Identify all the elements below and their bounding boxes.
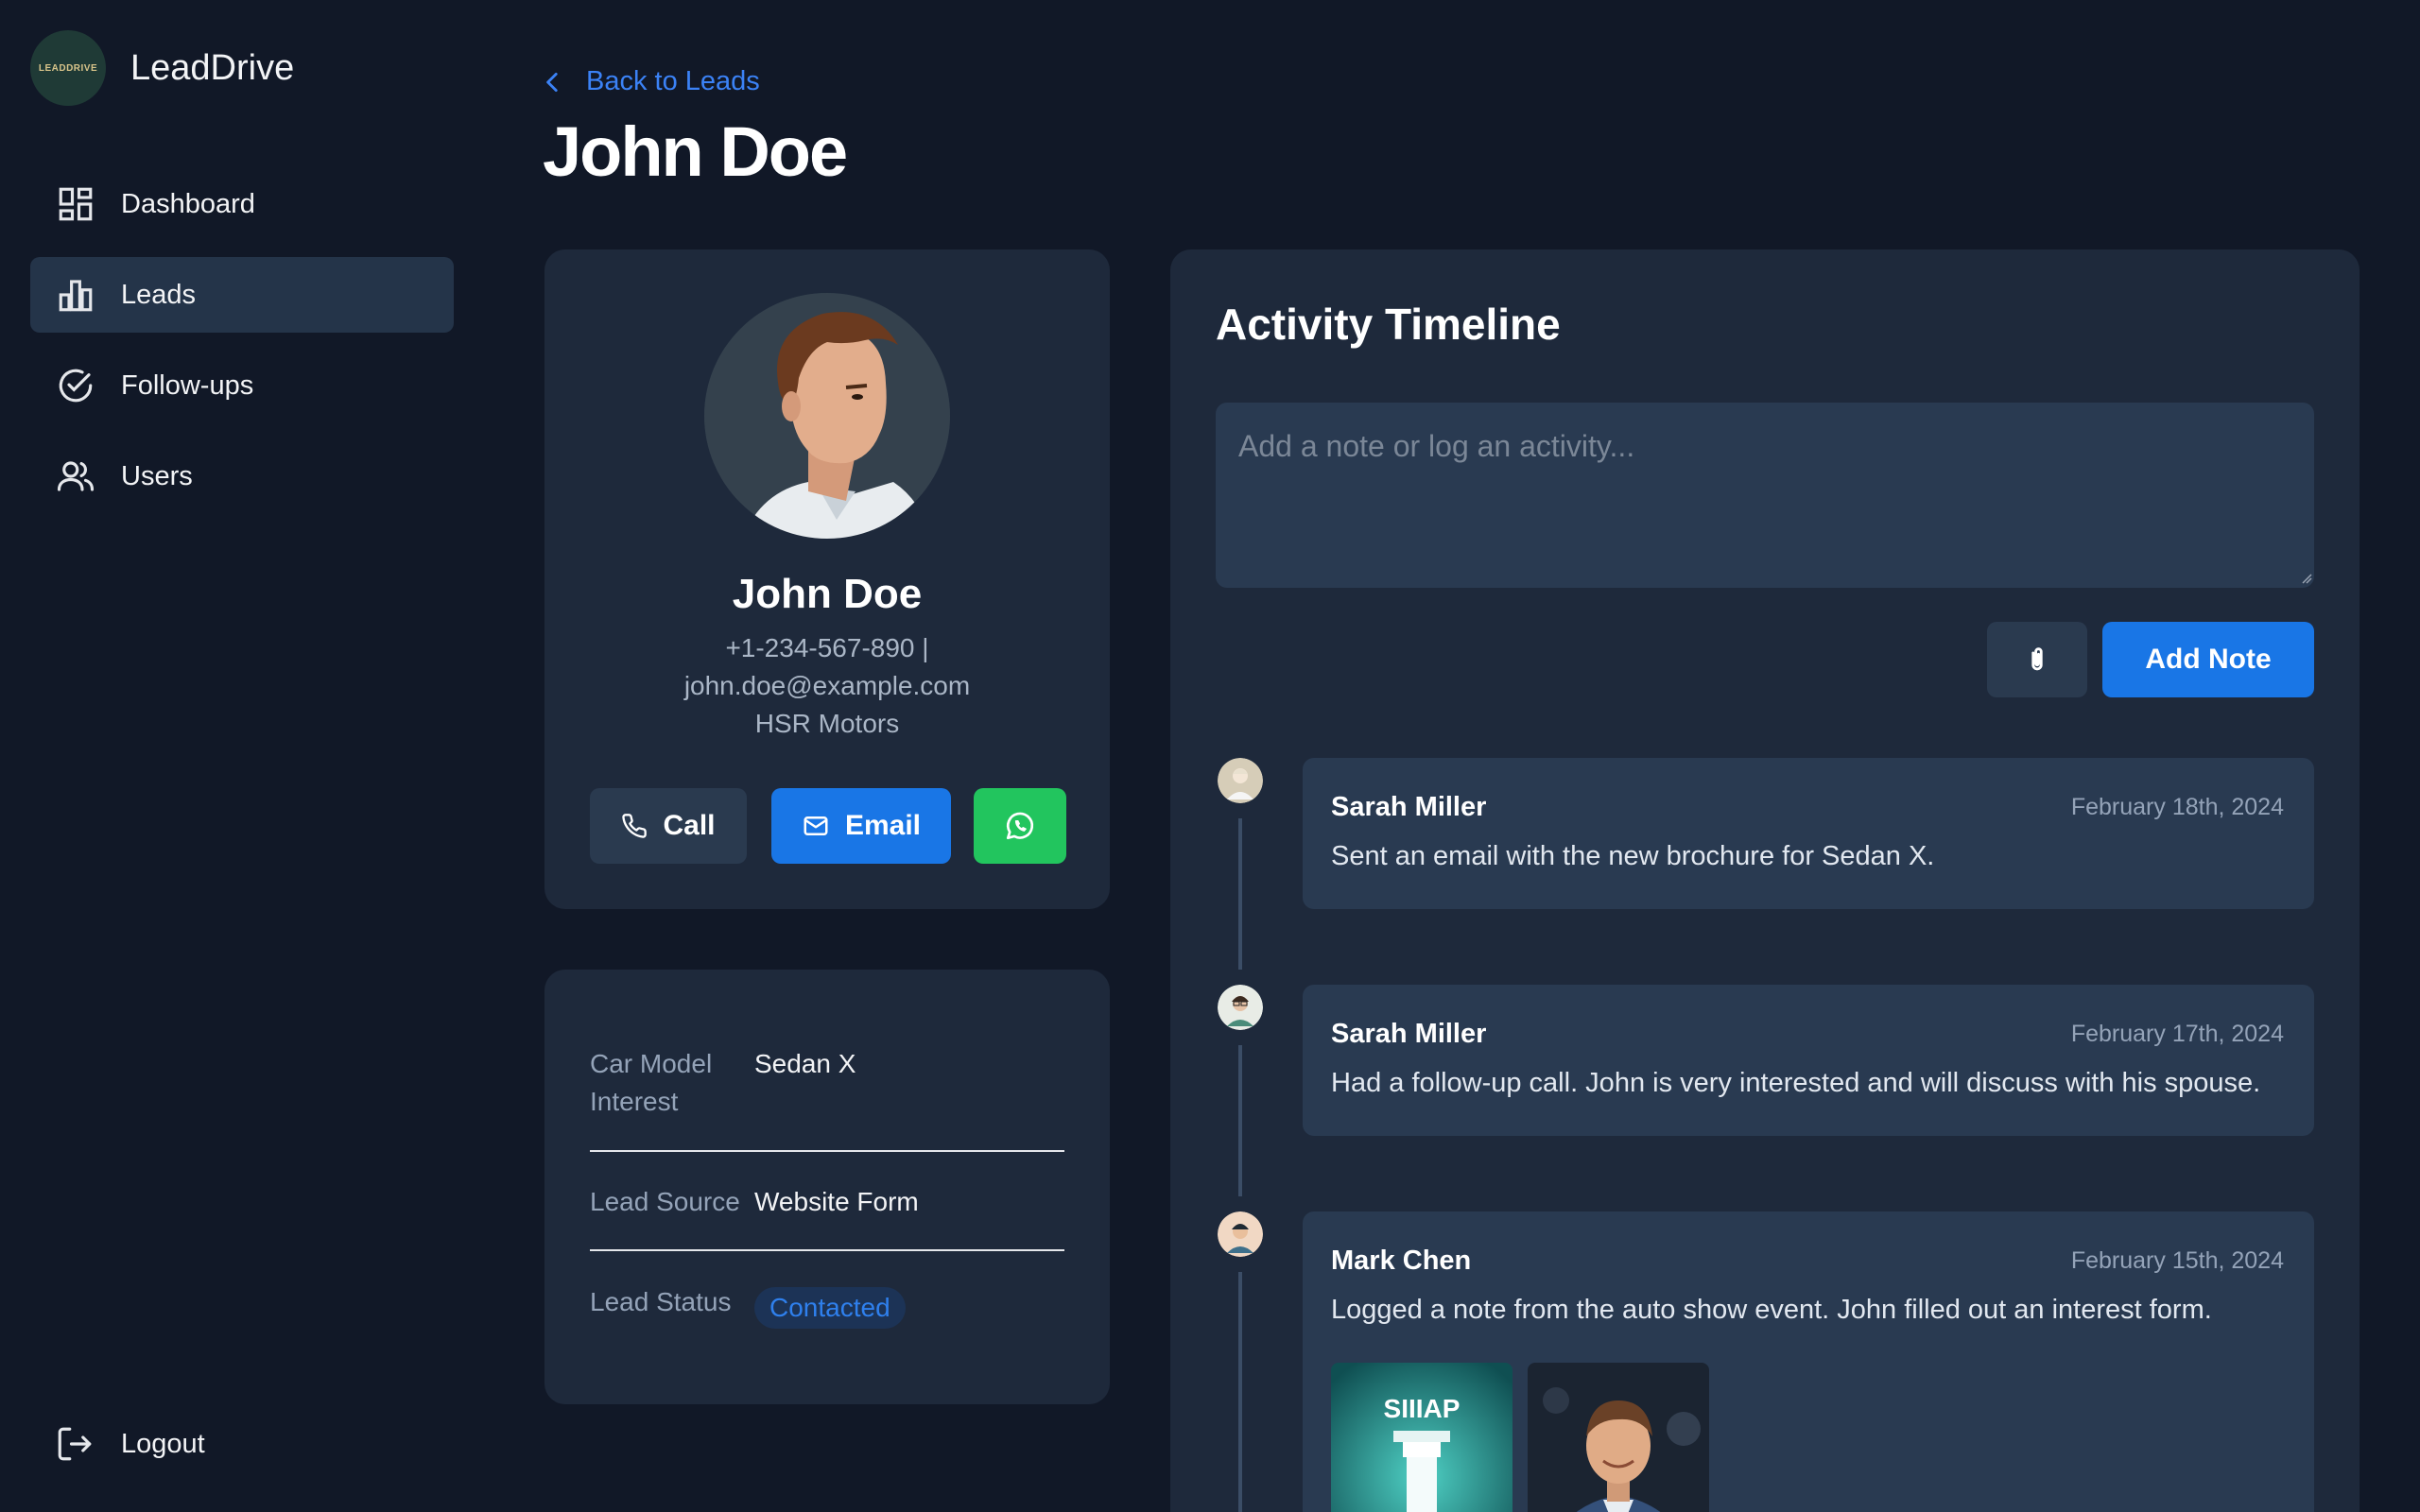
phone-icon <box>622 814 648 838</box>
sidebar: LEADDRIVE LeadDrive Dashboard Leads Foll… <box>0 0 484 1512</box>
entry-text: Sent an email with the new brochure for … <box>1331 841 1935 871</box>
entry-date: February 17th, 2024 <box>2070 1021 2284 1047</box>
sidebar-item-users[interactable]: Users <box>30 438 454 514</box>
back-label: Back to Leads <box>586 66 760 96</box>
logout-icon <box>55 1423 96 1465</box>
divider <box>590 1150 1064 1152</box>
attachment-thumbnail[interactable] <box>1528 1363 1709 1512</box>
email-button[interactable]: Email <box>771 788 951 864</box>
lead-details-card: Car Model Interest Sedan X Lead Source W… <box>544 970 1110 1404</box>
profile-company: HSR Motors <box>754 709 900 738</box>
entry-text: Had a follow-up call. John is very inter… <box>1331 1068 2261 1098</box>
email-label: Email <box>844 810 922 841</box>
contact-actions: Call Email <box>590 788 1066 864</box>
status-badge[interactable]: Contacted <box>754 1287 906 1329</box>
paperclip-icon <box>2031 647 2043 671</box>
lead-source-label: Lead Source <box>590 1187 740 1216</box>
whatsapp-button[interactable] <box>974 788 1066 864</box>
timeline-connector <box>1238 1272 1242 1512</box>
brand[interactable]: LEADDRIVE LeadDrive <box>30 30 294 106</box>
avatar <box>1218 985 1263 1030</box>
page-title: John Doe <box>543 112 848 191</box>
entry-date: February 15th, 2024 <box>2070 1247 2284 1274</box>
entry-attachments: SIIIAP <box>1331 1363 1724 1512</box>
avatar <box>704 293 950 539</box>
logout-label: Logout <box>121 1428 205 1459</box>
sidebar-item-leads[interactable]: Leads <box>30 257 454 333</box>
detail-car-model: Car Model Interest Sedan X <box>590 1045 1064 1121</box>
logout-button[interactable]: Logout <box>30 1406 454 1482</box>
profile-card: John Doe +1-234-567-890 | john.doe@examp… <box>544 249 1110 909</box>
entry-author: Sarah Miller <box>1331 792 1487 822</box>
bar-chart-icon <box>55 274 96 316</box>
detail-lead-source: Lead Source Website Form <box>590 1183 1064 1221</box>
call-label: Call <box>663 810 716 841</box>
timeline-entry[interactable]: Sarah Miller February 18th, 2024 Sent an… <box>1303 758 2314 909</box>
brand-logo: LEADDRIVE <box>30 30 106 106</box>
svg-text:SIIIAP: SIIIAP <box>1384 1394 1461 1423</box>
brand-name: LeadDrive <box>130 47 295 88</box>
add-note-button[interactable]: Add Note <box>2102 622 2314 697</box>
timeline-entry[interactable]: Mark Chen February 15th, 2024 Logged a n… <box>1303 1211 2314 1512</box>
lead-status-label: Lead Status <box>590 1287 732 1316</box>
profile-phone: +1-234-567-890 | <box>725 633 929 662</box>
activity-title: Activity Timeline <box>1216 300 1561 349</box>
dashboard-icon <box>55 183 96 225</box>
attach-button[interactable] <box>1987 622 2087 697</box>
entry-date: February 18th, 2024 <box>2070 794 2284 820</box>
sidebar-item-label: Dashboard <box>121 188 255 219</box>
avatar <box>1218 758 1263 803</box>
sidebar-item-label: Users <box>121 460 193 491</box>
timeline-connector <box>1238 818 1242 970</box>
avatar <box>1218 1211 1263 1257</box>
sidebar-item-dashboard[interactable]: Dashboard <box>30 166 454 242</box>
detail-lead-status: Lead Status Contacted <box>590 1283 1064 1329</box>
lead-status-value-wrap: Contacted <box>754 1283 906 1329</box>
entry-text: Logged a note from the auto show event. … <box>1331 1295 2212 1325</box>
divider <box>590 1249 1064 1251</box>
profile-email: john.doe@example.com <box>683 671 971 700</box>
timeline-entry[interactable]: Sarah Miller February 17th, 2024 Had a f… <box>1303 985 2314 1136</box>
check-circle-icon <box>55 365 96 406</box>
resize-handle-icon[interactable] <box>2301 573 2312 584</box>
sidebar-item-label: Leads <box>121 279 197 310</box>
whatsapp-icon <box>1006 812 1034 840</box>
mail-icon <box>804 816 828 835</box>
car-model-label: Car Model Interest <box>590 1049 713 1116</box>
chevron-left-icon <box>546 72 558 92</box>
sidebar-item-label: Follow-ups <box>121 369 254 401</box>
attachment-thumbnail[interactable]: SIIIAP <box>1331 1363 1512 1512</box>
back-to-leads-link[interactable]: Back to Leads <box>541 66 760 97</box>
call-button[interactable]: Call <box>590 788 747 864</box>
sidebar-nav: Dashboard Leads Follow-ups Users <box>30 166 454 529</box>
car-model-value: Sedan X <box>754 1049 856 1078</box>
profile-name: John Doe <box>732 571 923 617</box>
entry-author: Mark Chen <box>1331 1246 1472 1276</box>
entry-author: Sarah Miller <box>1331 1019 1487 1049</box>
sidebar-item-follow-ups[interactable]: Follow-ups <box>30 348 454 423</box>
users-icon <box>55 455 96 497</box>
timeline-connector <box>1238 1045 1242 1196</box>
lead-source-value: Website Form <box>754 1187 919 1216</box>
activity-timeline-card: Activity Timeline Add Note Sarah Miller … <box>1170 249 2360 1512</box>
profile-contact-info: +1-234-567-890 | john.doe@example.com HS… <box>544 629 1110 743</box>
note-input[interactable] <box>1216 403 2314 588</box>
